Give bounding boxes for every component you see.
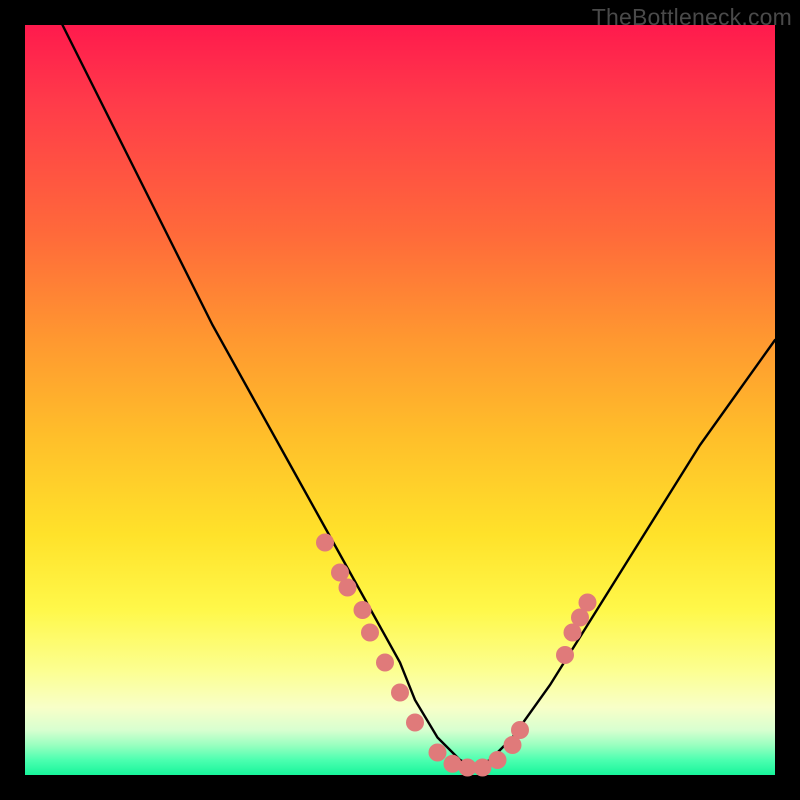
marker-point xyxy=(511,721,529,739)
marker-point xyxy=(556,646,574,664)
marker-point xyxy=(406,714,424,732)
marker-point xyxy=(391,684,409,702)
bottleneck-curve xyxy=(63,25,776,768)
marker-point xyxy=(429,744,447,762)
chart-frame: TheBottleneck.com xyxy=(0,0,800,800)
curve-layer xyxy=(63,25,776,768)
watermark-text: TheBottleneck.com xyxy=(592,4,792,31)
marker-point xyxy=(361,624,379,642)
marker-point xyxy=(376,654,394,672)
marker-layer xyxy=(316,534,597,777)
marker-point xyxy=(444,755,462,773)
marker-point xyxy=(316,534,334,552)
chart-svg xyxy=(25,25,775,775)
marker-point xyxy=(489,751,507,769)
marker-point xyxy=(339,579,357,597)
chart-plot-area xyxy=(25,25,775,775)
marker-point xyxy=(354,601,372,619)
marker-point xyxy=(579,594,597,612)
